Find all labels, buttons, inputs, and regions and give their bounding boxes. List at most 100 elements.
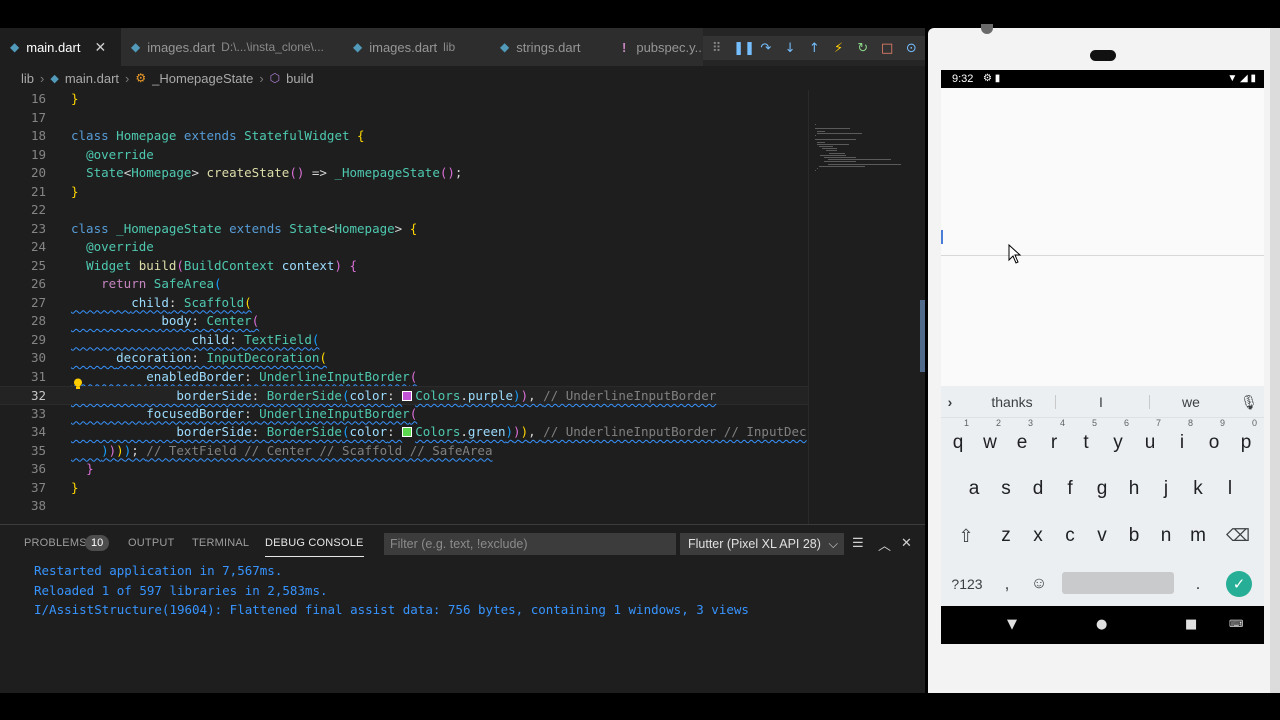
suggestion-item[interactable]: thanks bbox=[971, 386, 1053, 418]
code-line[interactable]: 20 State<Homepage> createState() => _Hom… bbox=[0, 164, 808, 183]
key-s[interactable]: s bbox=[990, 466, 1022, 512]
key-j[interactable]: j bbox=[1150, 466, 1182, 512]
code-line[interactable]: 19 @override bbox=[0, 146, 808, 165]
code-line[interactable]: 37} bbox=[0, 479, 808, 498]
code-line[interactable]: 25 Widget build(BuildContext context) { bbox=[0, 257, 808, 276]
back-nav-icon[interactable]: ▼ bbox=[1007, 606, 1017, 644]
code-line[interactable]: 32 borderSide: BorderSide(color: Colors.… bbox=[0, 386, 808, 405]
lightbulb-icon[interactable] bbox=[73, 378, 83, 390]
tab-problems[interactable]: PROBLEMS bbox=[24, 525, 87, 560]
key-y[interactable]: y6 bbox=[1102, 418, 1134, 466]
code-line[interactable]: 18 class Homepage extends StatefulWidget … bbox=[0, 127, 808, 146]
period-key[interactable]: . bbox=[1188, 571, 1208, 597]
code-line[interactable]: 34 borderSide: BorderSide(color: Colors.… bbox=[0, 423, 808, 442]
key-d[interactable]: d bbox=[1022, 466, 1054, 512]
code-line[interactable]: 30 decoration: InputDecoration( bbox=[0, 349, 808, 368]
clear-console-icon[interactable]: ☰ bbox=[852, 535, 864, 551]
key-g[interactable]: g bbox=[1086, 466, 1118, 512]
key-m[interactable]: m bbox=[1182, 513, 1214, 559]
breadcrumb-method[interactable]: build bbox=[286, 71, 313, 86]
code-line[interactable]: 31 enabledBorder: UnderlineInputBorder( bbox=[0, 368, 808, 387]
tab-main-dart[interactable]: ◆ main.dart ✕ bbox=[0, 28, 121, 66]
hot-reload-icon[interactable]: ⚡ bbox=[831, 41, 846, 56]
color-swatch[interactable] bbox=[402, 427, 413, 437]
step-into-icon[interactable]: ↓ bbox=[783, 41, 798, 56]
tab-debug-console[interactable]: DEBUG CONSOLE bbox=[265, 529, 364, 557]
tab-strings-dart[interactable]: ◆ strings.dart bbox=[490, 28, 612, 66]
maximize-panel-icon[interactable]: ︿ bbox=[878, 535, 891, 554]
emoji-key-icon[interactable]: ☺ bbox=[1027, 571, 1051, 597]
code-line[interactable]: 38 bbox=[0, 497, 808, 516]
key-o[interactable]: o9 bbox=[1198, 418, 1230, 466]
code-line[interactable]: 27 child: Scaffold( bbox=[0, 294, 808, 313]
tab-terminal[interactable]: TERMINAL bbox=[192, 525, 249, 560]
suggestion-item[interactable]: I bbox=[1059, 386, 1143, 418]
text-field-underline[interactable] bbox=[941, 255, 1264, 256]
code-editor[interactable]: 16} 17 18 class Homepage extends StatefulWi… bbox=[0, 90, 925, 524]
breadcrumb-lib[interactable]: lib bbox=[21, 71, 34, 86]
recents-nav-icon[interactable]: ■ bbox=[1185, 606, 1197, 644]
code-line[interactable]: 22 bbox=[0, 201, 808, 220]
key-q[interactable]: q1 bbox=[942, 418, 974, 466]
expand-toolbar-icon[interactable]: › bbox=[944, 386, 956, 418]
key-i[interactable]: i8 bbox=[1166, 418, 1198, 466]
key-n[interactable]: n bbox=[1150, 513, 1182, 559]
enter-key-check-icon[interactable]: ✓ bbox=[1226, 571, 1252, 597]
keyboard-switch-icon[interactable]: ⌨ bbox=[1229, 606, 1243, 644]
key-f[interactable]: f bbox=[1054, 466, 1086, 512]
key-e[interactable]: e3 bbox=[1006, 418, 1038, 466]
symbols-key[interactable]: ?123 bbox=[947, 571, 987, 597]
key-x[interactable]: x bbox=[1022, 513, 1054, 559]
close-panel-icon[interactable]: ✕ bbox=[901, 535, 912, 551]
color-swatch[interactable] bbox=[402, 391, 413, 401]
key-k[interactable]: k bbox=[1182, 466, 1214, 512]
code-line[interactable]: 36 } bbox=[0, 460, 808, 479]
restart-icon[interactable]: ↻ bbox=[855, 41, 870, 56]
key-z[interactable]: z bbox=[990, 513, 1022, 559]
code-line[interactable]: 29 child: TextField( bbox=[0, 331, 808, 350]
editor-scrollbar[interactable] bbox=[912, 90, 925, 524]
key-v[interactable]: v bbox=[1086, 513, 1118, 559]
inspect-icon[interactable]: ⊙ bbox=[904, 41, 919, 56]
close-tab-icon[interactable]: ✕ bbox=[94, 39, 106, 56]
stop-icon[interactable]: □ bbox=[880, 41, 895, 56]
code-line[interactable]: 21} bbox=[0, 183, 808, 202]
key-b[interactable]: b bbox=[1118, 513, 1150, 559]
key-t[interactable]: t5 bbox=[1070, 418, 1102, 466]
debug-session-select[interactable]: Flutter (Pixel XL API 28) ⌵ bbox=[680, 533, 844, 555]
shift-key-icon[interactable]: ⇧ bbox=[951, 513, 981, 559]
tab-pubspec[interactable]: ! pubspec.y... bbox=[612, 28, 703, 66]
pause-icon[interactable]: ❚❚ bbox=[733, 41, 755, 56]
tab-images-dart-clone[interactable]: ◆ images.dart D:\...\insta_clone\... bbox=[121, 28, 343, 66]
comma-key[interactable]: , bbox=[997, 571, 1017, 597]
code-line[interactable]: 24 @override bbox=[0, 238, 808, 257]
key-w[interactable]: w2 bbox=[974, 418, 1006, 466]
tab-images-dart-lib[interactable]: ◆ images.dart lib bbox=[343, 28, 490, 66]
step-over-icon[interactable]: ↷ bbox=[758, 41, 773, 56]
breadcrumb-class[interactable]: _HomepageState bbox=[152, 71, 253, 86]
tab-output[interactable]: OUTPUT bbox=[128, 525, 174, 560]
step-out-icon[interactable]: ↑ bbox=[807, 41, 822, 56]
code-line[interactable]: 28 body: Center( bbox=[0, 312, 808, 331]
key-r[interactable]: r4 bbox=[1038, 418, 1070, 466]
code-line[interactable]: 16} bbox=[0, 90, 808, 109]
code-line[interactable]: 26 return SafeArea( bbox=[0, 275, 808, 294]
key-a[interactable]: a bbox=[958, 466, 990, 512]
home-nav-icon[interactable]: ● bbox=[1096, 606, 1107, 644]
code-line[interactable]: 33 focusedBorder: UnderlineInputBorder( bbox=[0, 405, 808, 424]
code-line[interactable]: 35 )))); // TextField // Center // Scaff… bbox=[0, 442, 808, 461]
console-filter-input[interactable]: Filter (e.g. text, !exclude) bbox=[384, 533, 676, 555]
drag-handle-icon[interactable]: ⠿ bbox=[709, 41, 724, 56]
key-c[interactable]: c bbox=[1054, 513, 1086, 559]
scrollbar-thumb[interactable] bbox=[920, 300, 925, 372]
key-l[interactable]: l bbox=[1214, 466, 1246, 512]
code-line[interactable]: 17 bbox=[0, 109, 808, 128]
code-line[interactable]: 23 class _HomepageState extends State<Hom… bbox=[0, 220, 808, 239]
breadcrumb-file[interactable]: main.dart bbox=[65, 71, 119, 86]
key-u[interactable]: u7 bbox=[1134, 418, 1166, 466]
key-h[interactable]: h bbox=[1118, 466, 1150, 512]
backspace-key-icon[interactable]: ⌫ bbox=[1223, 513, 1253, 559]
minimap[interactable] bbox=[808, 90, 912, 524]
key-p[interactable]: p0 bbox=[1230, 418, 1262, 466]
space-key[interactable] bbox=[1062, 572, 1174, 594]
